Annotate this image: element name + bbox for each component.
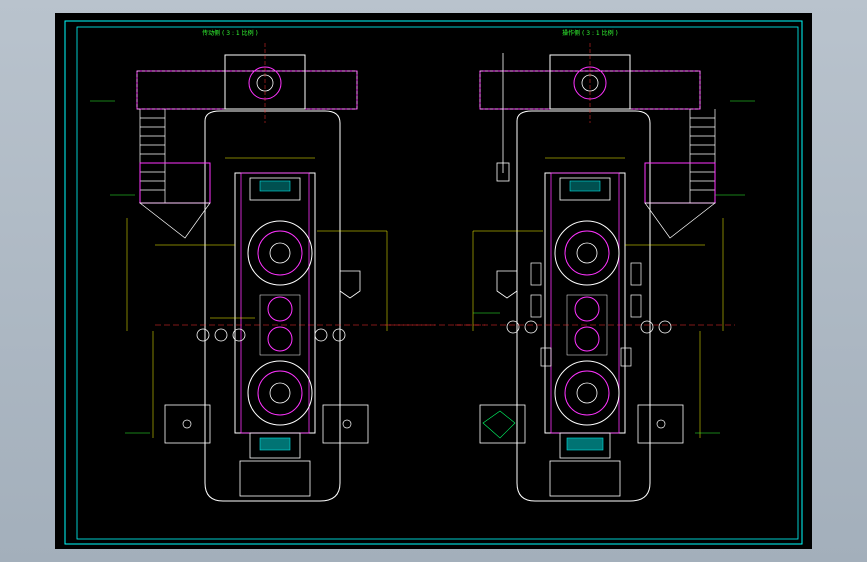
- inner-frame: [76, 26, 799, 540]
- outer-frame: [64, 20, 803, 545]
- right-mill-view: 操作侧 ( 3 : 1 比例 ): [455, 29, 755, 502]
- right-leaders: [473, 100, 755, 434]
- right-lower-work-roll: [574, 326, 600, 352]
- right-stand-window: [544, 172, 626, 434]
- left-upper-hatch: [259, 180, 291, 192]
- right-foundation-left: [479, 404, 526, 444]
- left-lower-work-roll: [267, 326, 293, 352]
- left-stand-window: [234, 172, 316, 434]
- left-platform: [139, 162, 211, 204]
- right-platform: [644, 162, 716, 204]
- left-mill-view: 传动侧 ( 3 : 1 比例 ): [90, 29, 435, 502]
- right-foundation-right: [637, 404, 684, 444]
- left-view-title: 传动侧 ( 3 : 1 比例 ): [202, 29, 258, 37]
- right-upper-work-roll: [574, 296, 600, 322]
- left-leaders: [90, 100, 150, 434]
- cad-drawing: 传动侧 ( 3 : 1 比例 ) 操作侧 (3: 1 比例): [64, 20, 803, 545]
- left-foundation-left: [164, 404, 211, 444]
- left-upper-work-roll: [267, 296, 293, 322]
- cad-viewport[interactable]: 传动侧 ( 3 : 1 比例 ) 操作侧 (3: 1 比例): [0, 0, 867, 562]
- right-view-title: 操作侧 ( 3 : 1 比例 ): [562, 29, 618, 37]
- drawing-sheet: 传动侧 ( 3 : 1 比例 ) 操作侧 (3: 1 比例): [55, 13, 812, 549]
- right-upper-hatch: [569, 180, 601, 192]
- left-lower-hatch: [259, 437, 291, 451]
- right-lower-hatch: [566, 437, 604, 451]
- right-ladder: [689, 109, 716, 203]
- left-ladder: [139, 109, 166, 203]
- left-foundation-right: [322, 404, 369, 444]
- left-top-beam: [136, 70, 358, 110]
